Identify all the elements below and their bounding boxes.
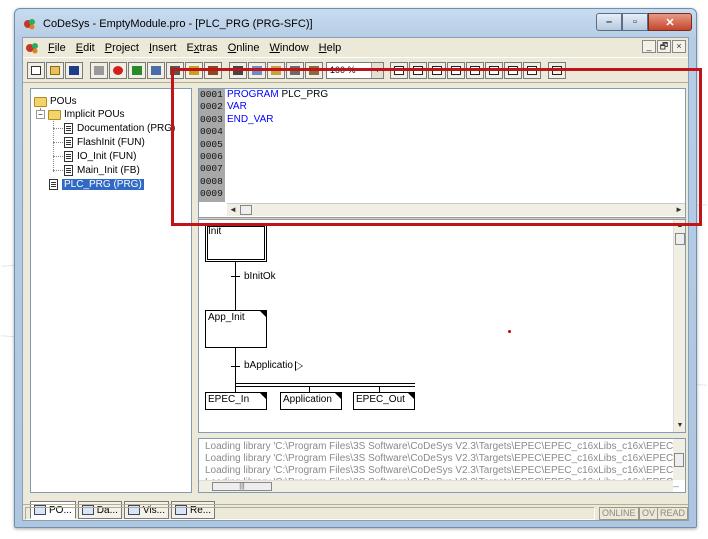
step-button[interactable] <box>147 61 165 79</box>
scroll-thumb[interactable] <box>674 453 684 467</box>
tree-item-plc-prg[interactable]: PLC_PRG (PRG) <box>49 178 144 191</box>
menu-online[interactable]: Online <box>224 42 266 54</box>
message-line: Loading library 'C:\Program Files\3S Sof… <box>205 453 679 464</box>
menu-help[interactable]: Help <box>315 42 348 54</box>
tree-item-flashinit[interactable]: FlashInit (FUN) <box>64 136 145 149</box>
tree-connector <box>53 170 63 171</box>
mdi-restore-button[interactable]: 🗗 <box>657 40 671 53</box>
menu-bar: File Edit Project Insert Extras Online W… <box>23 38 688 57</box>
open-file-button[interactable] <box>46 61 64 79</box>
tree-label-pous: POUs <box>50 96 77 107</box>
tree-label-implicit-pous: Implicit POUs <box>64 109 125 120</box>
close-button[interactable]: ✕ <box>648 13 692 31</box>
document-icon <box>64 123 73 134</box>
maximize-button[interactable]: ▫ <box>622 13 648 31</box>
status-bar: ONLINE OV READ <box>23 504 689 521</box>
menu-extras[interactable]: Extras <box>183 42 224 54</box>
cursor-marker <box>508 330 511 333</box>
sfc-step-init[interactable]: Init <box>205 224 267 262</box>
message-line: Loading library 'C:\Program Files\3S Sof… <box>205 465 679 476</box>
run-button[interactable] <box>128 61 146 79</box>
sfc-vertical-scrollbar[interactable]: ▲ ▼ <box>673 220 685 432</box>
tree-root-pous[interactable]: POUs <box>34 95 77 108</box>
save-button[interactable] <box>65 61 83 79</box>
sfc-step-application[interactable]: Application <box>280 392 342 410</box>
tree-item-io-init[interactable]: IO_Init (FUN) <box>64 150 136 163</box>
menu-window[interactable]: Window <box>266 42 315 54</box>
folder-icon <box>34 96 47 107</box>
scroll-thumb[interactable]: ||| <box>212 482 272 491</box>
sfc-transition-bar <box>231 276 240 277</box>
message-vertical-scrollbar[interactable] <box>673 439 685 480</box>
scroll-thumb[interactable] <box>675 233 685 245</box>
tree-item-documentation[interactable]: Documentation (PRG) <box>64 122 175 135</box>
sfc-chart[interactable]: Init bInitOk App_Init bApplicatio EPEC_I… <box>199 220 685 432</box>
message-line: Loading library 'C:\Program Files\3S Sof… <box>205 441 679 452</box>
sfc-branch-line <box>235 383 415 384</box>
tree-item-main-init[interactable]: Main_Init (FB) <box>64 164 140 177</box>
sfc-step-epec-out[interactable]: EPEC_Out <box>353 392 415 410</box>
mdi-close-button[interactable]: × <box>672 40 686 53</box>
sfc-step-epec-in[interactable]: EPEC_In <box>205 392 267 410</box>
status-online: ONLINE <box>599 507 639 520</box>
sfc-transition-bapplication[interactable]: bApplicatio <box>244 360 293 371</box>
message-horizontal-scrollbar[interactable]: ||| <box>199 480 673 492</box>
tree-label-plc-prg: PLC_PRG (PRG) <box>62 179 144 190</box>
annotation-highlight-box <box>171 68 702 226</box>
status-read: READ <box>657 507 689 520</box>
object-organizer: POUs − Implicit POUs Documentation (PRG)… <box>30 88 192 493</box>
message-window: Loading library 'C:\Program Files\3S Sof… <box>198 438 686 493</box>
sfc-transition-bar <box>231 366 240 367</box>
document-icon <box>64 137 73 148</box>
tree-connector <box>53 128 63 129</box>
minimize-button[interactable]: – <box>596 13 622 31</box>
stop-button[interactable] <box>109 61 127 79</box>
tree-connector <box>53 142 63 143</box>
sfc-jump-icon[interactable] <box>295 361 303 371</box>
sfc-branch-line <box>235 386 415 387</box>
codesys-app-icon <box>24 19 35 30</box>
folder-icon <box>48 109 61 120</box>
sfc-document-icon <box>64 165 73 176</box>
tree-connector <box>53 156 63 157</box>
sfc-step-app-init[interactable]: App_Init <box>205 310 267 348</box>
menu-insert[interactable]: Insert <box>145 42 183 54</box>
new-file-button[interactable] <box>27 61 45 79</box>
status-overwrite: OV <box>639 507 659 520</box>
sfc-transition-binitok[interactable]: bInitOk <box>244 271 276 282</box>
mdi-controls: _ 🗗 × <box>642 40 686 53</box>
menu-file[interactable]: File <box>44 42 72 54</box>
document-icon <box>64 151 73 162</box>
title-bar[interactable]: CoDeSys - EmptyModule.pro - [PLC_PRG (PR… <box>15 9 696 37</box>
collapse-icon[interactable]: − <box>36 110 45 119</box>
scroll-down-icon[interactable]: ▼ <box>674 420 685 432</box>
menu-edit[interactable]: Edit <box>72 42 101 54</box>
document-icon[interactable] <box>25 41 41 55</box>
mdi-minimize-button[interactable]: _ <box>642 40 656 53</box>
tree-folder-implicit-pous[interactable]: − Implicit POUs <box>36 108 125 121</box>
sfc-document-icon <box>49 179 58 190</box>
sfc-connection <box>235 262 236 310</box>
login-button[interactable] <box>90 61 108 79</box>
window-title: CoDeSys - EmptyModule.pro - [PLC_PRG (PR… <box>43 18 313 30</box>
status-message-area <box>25 507 595 520</box>
menu-project[interactable]: Project <box>101 42 145 54</box>
